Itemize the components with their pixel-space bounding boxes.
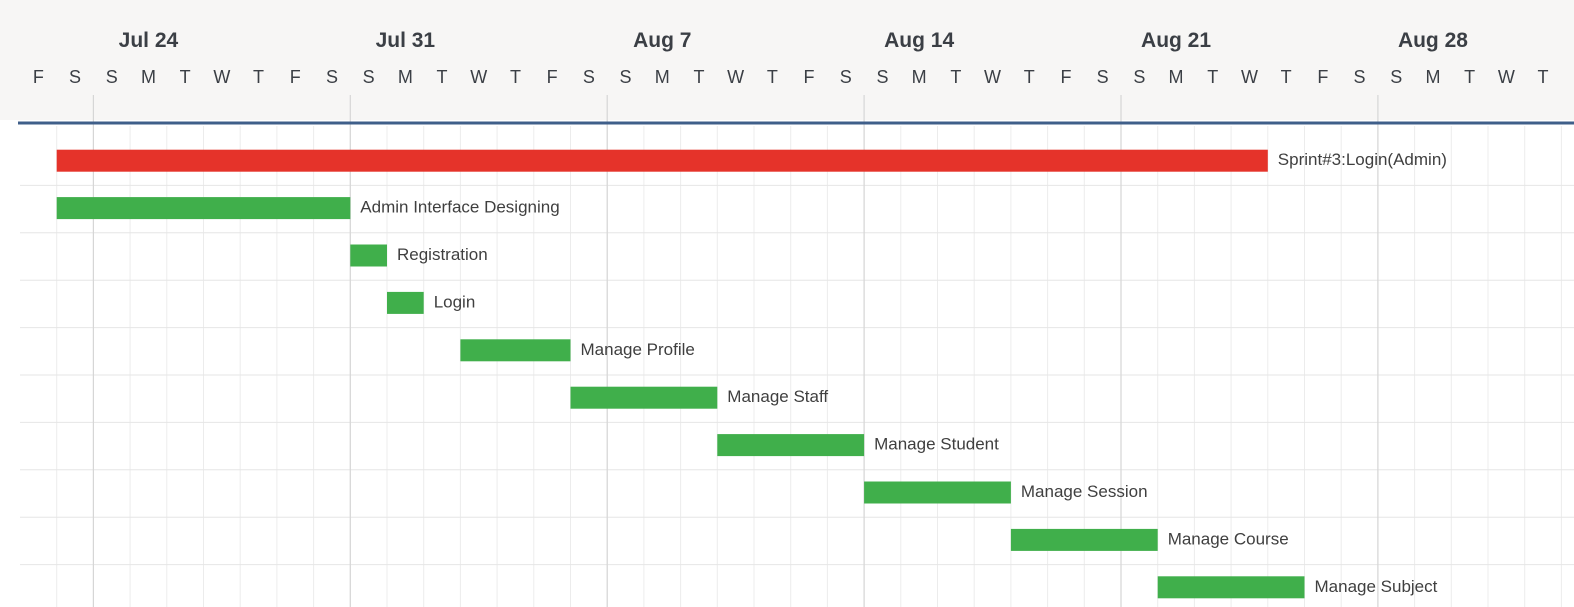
task-bar[interactable] [1010,528,1158,551]
weekday-label: W [727,67,744,87]
weekday-label: W [213,67,230,87]
weekday-label: M [912,67,927,87]
task-bar[interactable] [56,197,351,220]
weekday-label: F [804,67,815,87]
weekday-label: T [1024,67,1035,87]
weekday-label: S [69,67,81,87]
weekday-label: F [290,67,301,87]
weekday-label: F [1060,67,1071,87]
weekday-label: F [547,67,558,87]
task-label: Manage Student [874,435,999,454]
weekday-label: T [253,67,264,87]
weekday-label: M [141,67,156,87]
task-bar[interactable] [864,481,1011,504]
timeline-header-background [0,0,1574,120]
task-label: Manage Staff [727,387,828,406]
weekday-label: S [363,67,375,87]
weekday-label: S [840,67,852,87]
task-bar[interactable] [56,149,1268,172]
task-bar[interactable] [570,386,718,409]
weekday-label: T [510,67,521,87]
weekday-label: M [398,67,413,87]
weekday-label: S [106,67,118,87]
task-label: Login [434,292,476,311]
weekday-label: S [1390,67,1402,87]
task-label: Manage Subject [1315,577,1438,596]
weekday-label: T [693,67,704,87]
weekday-label: T [180,67,191,87]
weekday-label: T [767,67,778,87]
weekday-label: S [326,67,338,87]
weekday-label: F [33,67,44,87]
weekday-label: S [876,67,888,87]
weekday-label: S [1097,67,1109,87]
weekday-label: T [1281,67,1292,87]
week-label: Aug 7 [633,29,691,52]
week-label: Aug 14 [884,29,954,52]
weekday-label: W [984,67,1001,87]
weekday-label: T [950,67,961,87]
weekday-label: M [1169,67,1184,87]
weekday-label: W [1241,67,1258,87]
task-label: Admin Interface Designing [360,198,559,217]
weekday-label: F [1317,67,1328,87]
task-label: Manage Profile [581,340,695,359]
task-bar[interactable] [387,291,424,314]
week-label: Jul 24 [119,29,179,52]
weekday-label: S [1133,67,1145,87]
weekday-label: T [1538,67,1549,87]
weekday-label: S [620,67,632,87]
weekday-label: S [583,67,595,87]
week-label: Aug 21 [1141,29,1211,52]
task-label: Registration [397,245,488,264]
task-label: Manage Course [1168,529,1289,548]
grid-lines [20,95,1574,607]
weekday-label: T [1207,67,1218,87]
task-bar[interactable] [717,434,865,457]
weekday-label: T [1464,67,1475,87]
week-label: Jul 31 [376,29,436,52]
gantt-chart: Jul 24 Jul 31 Aug 7 Aug 14 Aug 21 Aug 28 F S S M T… [0,0,1574,607]
task-label: Sprint#3:Login(Admin) [1278,150,1447,169]
weekday-label: T [437,67,448,87]
week-label: Aug 28 [1398,29,1468,52]
task-bar[interactable] [1157,576,1305,599]
weekday-label: S [1354,67,1366,87]
task-bar[interactable] [350,244,387,267]
weekday-label: M [655,67,670,87]
weekday-label: M [1425,67,1440,87]
task-bar[interactable] [460,339,571,362]
weekday-label: W [1498,67,1515,87]
weekday-label: W [470,67,487,87]
task-label: Manage Session [1021,482,1148,501]
task-bars: Sprint#3:Login(Admin) Admin Interface Des… [56,149,1447,599]
